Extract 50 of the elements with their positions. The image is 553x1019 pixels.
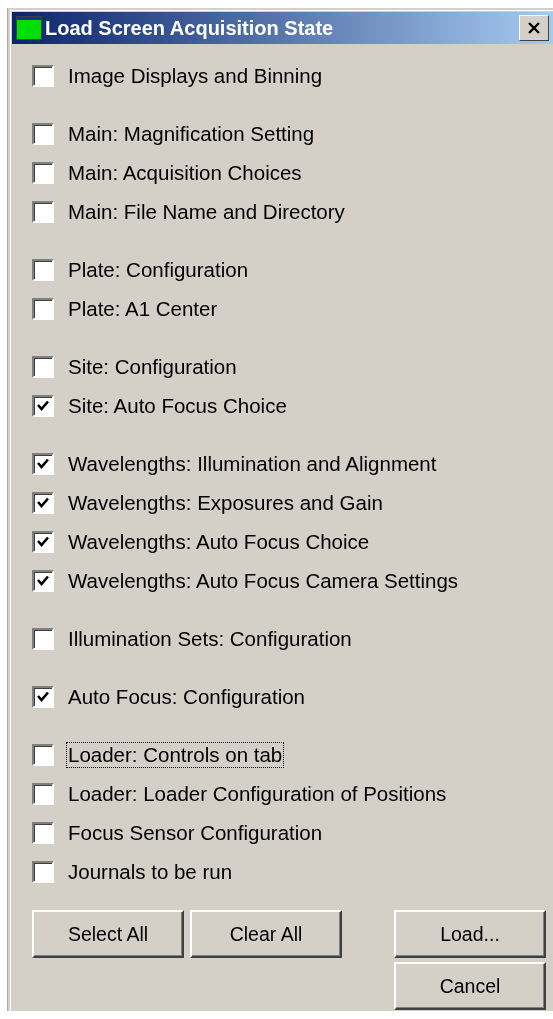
- select-all-button[interactable]: Select All: [32, 910, 184, 958]
- checkbox[interactable]: [32, 627, 54, 650]
- checkbox[interactable]: [32, 161, 54, 184]
- checkbox[interactable]: [32, 297, 54, 320]
- checkmark-icon: [36, 456, 50, 471]
- checkbox[interactable]: [32, 355, 54, 378]
- checkbox-label[interactable]: Image Displays and Binning: [66, 62, 325, 89]
- checkbox[interactable]: [32, 685, 54, 708]
- checkbox[interactable]: [32, 860, 54, 883]
- checkbox-label[interactable]: Main: Acquisition Choices: [66, 159, 304, 186]
- checkbox-label[interactable]: Wavelengths: Exposures and Gain: [66, 489, 385, 516]
- checkbox-label[interactable]: Illumination Sets: Configuration: [66, 625, 354, 652]
- checkmark-icon: [36, 573, 50, 588]
- checkmark-icon: [36, 534, 50, 549]
- checkbox-label[interactable]: Main: File Name and Directory: [66, 198, 347, 225]
- checkbox[interactable]: [32, 530, 54, 553]
- checkbox-label[interactable]: Site: Configuration: [66, 353, 239, 380]
- checkbox[interactable]: [32, 782, 54, 805]
- close-icon: [527, 22, 541, 34]
- close-button[interactable]: [519, 15, 549, 41]
- checkbox[interactable]: [32, 200, 54, 223]
- checkbox-label[interactable]: Wavelengths: Illumination and Alignment: [66, 450, 439, 477]
- clear-all-button[interactable]: Clear All: [190, 910, 342, 958]
- checkbox-label[interactable]: Plate: Configuration: [66, 256, 251, 283]
- checkbox[interactable]: [32, 821, 54, 844]
- checkmark-icon: [36, 398, 50, 413]
- checkbox-label[interactable]: Loader: Controls on tab: [66, 741, 285, 768]
- checkbox-label[interactable]: Wavelengths: Auto Focus Choice: [66, 528, 372, 555]
- checkbox-label[interactable]: Main: Magnification Setting: [66, 120, 317, 147]
- window-title: Load Screen Acquisition State: [45, 16, 335, 40]
- checkmark-icon: [36, 689, 50, 704]
- checkbox-label[interactable]: Loader: Loader Configuration of Positions: [66, 780, 449, 807]
- checkbox-label[interactable]: Journals to be run: [66, 858, 235, 885]
- app-icon: [16, 16, 42, 40]
- checkbox[interactable]: [32, 122, 54, 145]
- checkbox[interactable]: [32, 394, 54, 417]
- checkbox[interactable]: [32, 452, 54, 475]
- checkbox-label[interactable]: Focus Sensor Configuration: [66, 819, 325, 846]
- cancel-button[interactable]: Cancel: [394, 962, 546, 1010]
- checkbox[interactable]: [32, 569, 54, 592]
- checkbox[interactable]: [32, 491, 54, 514]
- checkbox[interactable]: [32, 743, 54, 766]
- checkbox-label[interactable]: Plate: A1 Center: [66, 295, 220, 322]
- checkbox-label[interactable]: Wavelengths: Auto Focus Camera Settings: [66, 567, 461, 594]
- checkbox[interactable]: [32, 258, 54, 281]
- checkmark-icon: [36, 495, 50, 510]
- checkbox-label[interactable]: Auto Focus: Configuration: [66, 683, 308, 710]
- load-button[interactable]: Load...: [394, 910, 546, 958]
- checkbox-label[interactable]: Site: Auto Focus Choice: [66, 392, 289, 419]
- checkbox[interactable]: [32, 64, 54, 87]
